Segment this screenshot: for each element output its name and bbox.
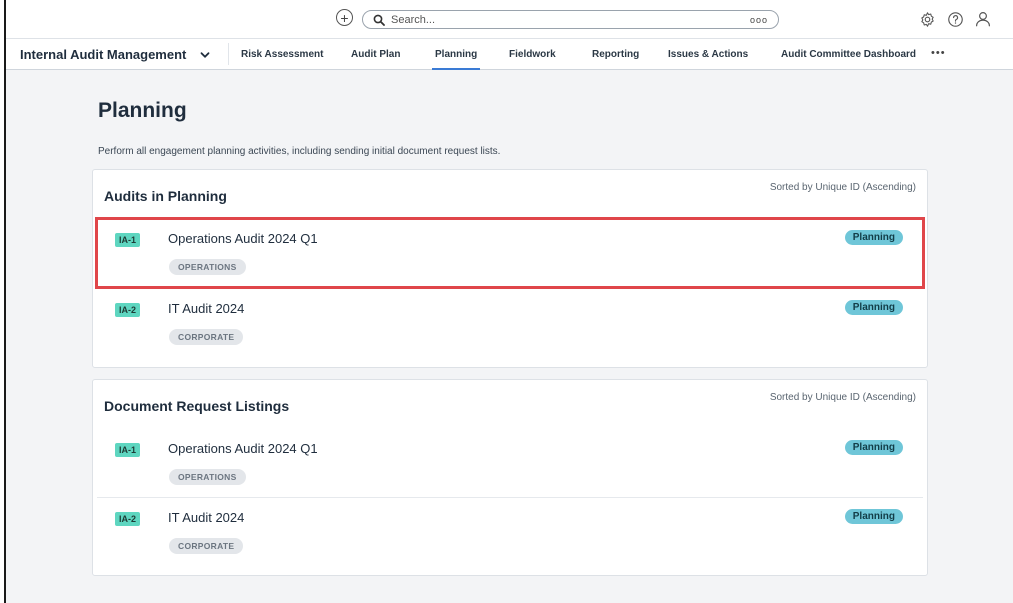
main-nav: Internal Audit Management Risk Assessmen… [6,39,1013,70]
search-options-button[interactable]: ooo [750,15,768,25]
tab-audit-committee-dashboard[interactable]: Audit Committee Dashboard [781,49,916,60]
more-tabs-button[interactable]: ••• [931,47,946,59]
sort-label[interactable]: Sorted by Unique ID (Ascending) [770,392,916,403]
card-title: Audits in Planning [104,188,227,204]
id-badge: IA-2 [115,303,141,317]
audit-name[interactable]: IT Audit 2024 [168,510,244,525]
app-name-label: Internal Audit Management [20,47,187,62]
tab-risk-assessment[interactable]: Risk Assessment [241,49,323,60]
status-badge: Planning [844,440,903,455]
help-icon[interactable] [945,9,965,29]
audit-name[interactable]: Operations Audit 2024 Q1 [168,441,318,456]
category-tag: CORPORATE [169,538,244,554]
document-request-listings-card: Document Request Listings Sorted by Uniq… [92,379,928,576]
app-window: + Search... ooo Internal Audit Managemen… [0,0,1013,603]
page-title: Planning [98,99,187,122]
plus-circle-icon[interactable]: + [336,9,353,26]
audit-name[interactable]: IT Audit 2024 [168,301,244,316]
audit-name[interactable]: Operations Audit 2024 Q1 [168,231,318,246]
tab-reporting[interactable]: Reporting [592,49,639,60]
list-item[interactable]: IA-1 Operations Audit 2024 Q1 OPERATIONS… [95,217,925,289]
status-badge: Planning [844,509,903,524]
id-badge: IA-1 [115,443,141,457]
category-tag: OPERATIONS [169,259,246,275]
id-badge: IA-1 [115,233,141,247]
page-description: Perform all engagement planning activiti… [98,146,501,157]
card-title: Document Request Listings [104,398,290,414]
status-badge: Planning [844,300,903,315]
audits-in-planning-card: Audits in Planning Sorted by Unique ID (… [92,169,928,368]
sort-label[interactable]: Sorted by Unique ID (Ascending) [770,182,916,193]
user-icon[interactable] [973,9,993,29]
app-switcher[interactable]: Internal Audit Management [20,47,210,62]
list-item[interactable]: IA-1 Operations Audit 2024 Q1 OPERATIONS… [97,429,923,497]
status-badge: Planning [844,230,903,245]
chevron-down-icon [200,51,210,58]
tab-issues-actions[interactable]: Issues & Actions [668,49,748,60]
top-bar: + Search... ooo [6,0,1013,39]
id-badge: IA-2 [115,512,141,526]
list-item[interactable]: IA-2 IT Audit 2024 CORPORATE Planning [97,289,923,357]
tab-fieldwork[interactable]: Fieldwork [509,49,556,60]
tab-planning[interactable]: Planning [431,49,481,70]
search-icon [373,14,385,26]
category-tag: CORPORATE [169,329,244,345]
tab-audit-plan[interactable]: Audit Plan [351,49,400,60]
search-input[interactable]: Search... [391,14,750,26]
search-box[interactable]: Search... ooo [362,10,779,29]
list-item[interactable]: IA-2 IT Audit 2024 CORPORATE Planning [97,497,923,566]
main-content: Planning Perform all engagement planning… [6,70,1013,603]
gear-icon[interactable] [917,9,937,29]
category-tag: OPERATIONS [169,469,246,485]
nav-divider [228,43,229,65]
